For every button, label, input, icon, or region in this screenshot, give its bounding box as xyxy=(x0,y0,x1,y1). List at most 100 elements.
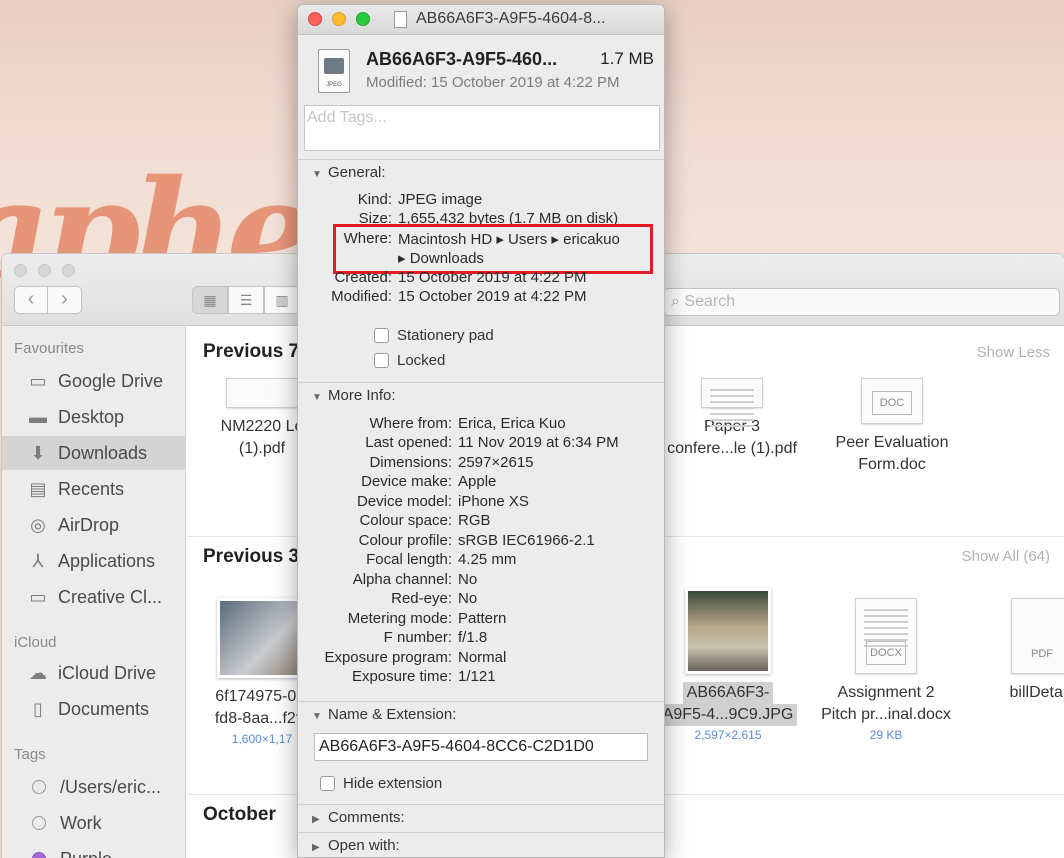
file-name: AB66A6F3- xyxy=(682,682,774,704)
sidebar-item-label: /Users/eric... xyxy=(60,776,162,797)
zoom-button[interactable] xyxy=(356,12,370,26)
close-button[interactable] xyxy=(308,12,322,26)
sidebar-item-downloads[interactable]: ⬇ Downloads xyxy=(2,436,185,470)
general-section-toggle[interactable]: ▼ General: xyxy=(298,159,664,185)
sidebar-item-icloud-drive[interactable]: ☁ iCloud Drive xyxy=(2,656,185,690)
filename-input[interactable] xyxy=(315,734,647,760)
sidebar-tag-users-path[interactable]: /Users/eric... xyxy=(2,770,185,804)
cloud-icon: ☁ xyxy=(29,662,47,683)
info-key: Device make: xyxy=(361,473,452,490)
sidebar-item-recents[interactable]: ▤ Recents xyxy=(2,472,185,506)
info-value: iPhone XS xyxy=(458,493,529,510)
file-name-line2: A9F5-4...9C9.JPG xyxy=(658,704,798,726)
sidebar-item-applications[interactable]: ⅄ Applications xyxy=(2,544,185,578)
sidebar-tag-work[interactable]: Work xyxy=(2,806,185,840)
search-input[interactable] xyxy=(684,293,1025,311)
name-extension-section-toggle[interactable]: ▼ Name & Extension: xyxy=(298,701,664,727)
pdf-thumbnail xyxy=(226,378,298,408)
file-item[interactable]: PDF billDetail. xyxy=(967,598,1064,704)
section-label: More Info: xyxy=(328,387,396,404)
disclosure-closed-icon: ▶ xyxy=(312,842,320,853)
disclosure-closed-icon: ▶ xyxy=(312,814,320,825)
more-info-row: Device make: Apple xyxy=(298,473,664,493)
sidebar-tag-purple[interactable]: Purple xyxy=(2,842,185,858)
applications-icon: ⅄ xyxy=(32,550,44,571)
minimize-button[interactable] xyxy=(38,264,51,277)
file-name-line2: Form.doc xyxy=(858,456,926,473)
modified-row: Modified: 15 October 2019 at 4:22 PM xyxy=(298,288,664,308)
file-item[interactable]: DOCX Assignment 2 Pitch pr...inal.docx 2… xyxy=(811,598,961,744)
info-value: Erica, Erica Kuo xyxy=(458,415,566,432)
kind-value: JPEG image xyxy=(398,191,483,208)
info-key: Where from: xyxy=(369,415,452,432)
sidebar-item-desktop[interactable]: ▬ Desktop xyxy=(2,400,185,434)
info-key: Colour profile: xyxy=(358,532,452,549)
info-value: Apple xyxy=(458,473,497,490)
open-with-section-toggle[interactable]: ▶ Open with: xyxy=(298,832,664,857)
sidebar-item-documents[interactable]: ▯ Documents xyxy=(2,692,185,726)
disclosure-open-icon: ▼ xyxy=(312,169,322,180)
image-preview-icon xyxy=(324,58,344,74)
filename-field[interactable] xyxy=(314,733,648,761)
file-icon-label: JPEG xyxy=(326,82,342,88)
docx-thumbnail: DOCX xyxy=(855,598,917,674)
file-name: Peer Evaluation xyxy=(835,434,949,451)
hide-extension-checkbox[interactable]: Hide extension xyxy=(320,775,442,792)
info-key: Red-eye: xyxy=(391,590,452,607)
modified-label: Modified: xyxy=(331,288,392,305)
section-label: Comments: xyxy=(328,809,405,826)
icon-view-button[interactable]: ▦ xyxy=(192,286,228,314)
file-item[interactable]: DOC Peer Evaluation Form.doc xyxy=(817,378,967,476)
tags-field[interactable] xyxy=(304,105,660,151)
checkbox-label: Stationery pad xyxy=(397,327,494,344)
file-type-tag: PDF xyxy=(1031,648,1053,660)
chevron-right-icon: › xyxy=(61,288,68,310)
list-view-button[interactable]: ☰ xyxy=(228,286,264,314)
info-key: Last opened: xyxy=(365,434,452,451)
sidebar-item-airdrop[interactable]: ◎ AirDrop xyxy=(2,508,185,542)
file-item-selected[interactable]: AB66A6F3- A9F5-4...9C9.JPG 2,597×2,615 xyxy=(653,588,803,744)
folder-icon: ▭ xyxy=(29,586,47,607)
back-button[interactable]: ‹ xyxy=(14,286,48,314)
column-view-button[interactable]: ▥ xyxy=(264,286,300,314)
search-field[interactable]: ⌕ xyxy=(662,288,1060,316)
show-all-link[interactable]: Show All (64) xyxy=(962,548,1050,565)
show-less-link[interactable]: Show Less xyxy=(977,344,1050,361)
info-value: 11 Nov 2019 at 6:34 PM xyxy=(458,434,619,451)
sidebar-heading-favourites: Favourites xyxy=(14,340,85,357)
forward-button[interactable]: › xyxy=(48,286,82,314)
more-info-row: Where from: Erica, Erica Kuo xyxy=(298,415,664,435)
file-name: Assignment 2 xyxy=(837,684,935,701)
section-label: Name & Extension: xyxy=(328,706,457,723)
info-value: Normal xyxy=(458,649,507,666)
checkbox-label: Locked xyxy=(397,352,446,369)
zoom-button[interactable] xyxy=(62,264,75,277)
search-icon: ⌕ xyxy=(671,293,680,310)
created-value: 15 October 2019 at 4:22 PM xyxy=(398,269,587,286)
disclosure-open-icon: ▼ xyxy=(312,711,322,722)
more-info-section-toggle[interactable]: ▼ More Info: xyxy=(298,382,664,408)
image-thumbnail xyxy=(217,598,307,678)
tags-input[interactable] xyxy=(305,106,645,130)
sidebar-item-creative-cloud[interactable]: ▭ Creative Cl... xyxy=(2,580,185,614)
info-key: F number: xyxy=(383,629,452,646)
file-size-header: 1.7 MB xyxy=(600,49,654,68)
info-key: Focal length: xyxy=(366,551,452,568)
sidebar-item-google-drive[interactable]: ▭ Google Drive xyxy=(2,364,185,398)
checkbox-unchecked-icon xyxy=(374,353,389,368)
comments-section-toggle[interactable]: ▶ Comments: xyxy=(298,804,664,830)
kind-label: Kind: xyxy=(357,191,392,208)
info-key: Colour space: xyxy=(359,512,452,529)
info-value: 2597×2615 xyxy=(458,454,534,471)
locked-checkbox[interactable]: Locked xyxy=(374,352,445,369)
disclosure-open-icon: ▼ xyxy=(312,392,322,403)
where-highlight-annotation xyxy=(333,224,653,274)
stationery-pad-checkbox[interactable]: Stationery pad xyxy=(374,327,494,344)
more-info-row: Exposure time: 1/121 xyxy=(298,668,664,688)
file-item[interactable]: Paper 3 confere...le (1).pdf xyxy=(657,378,807,460)
sidebar-item-label: Google Drive xyxy=(58,370,164,391)
sidebar-item-label: Recents xyxy=(58,478,125,499)
close-button[interactable] xyxy=(14,264,27,277)
minimize-button[interactable] xyxy=(332,12,346,26)
info-value: 1/121 xyxy=(458,668,496,685)
